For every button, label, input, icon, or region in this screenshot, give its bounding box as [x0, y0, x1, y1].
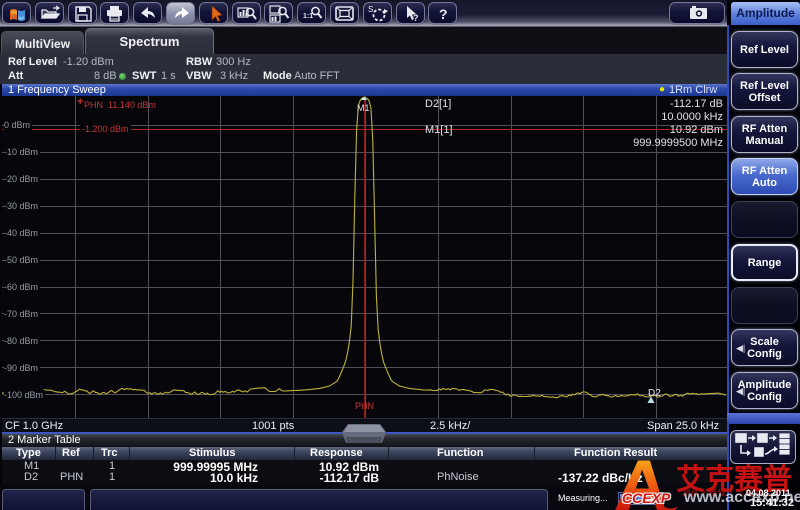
svg-text:?: ?: [439, 6, 448, 22]
svg-text:?: ?: [413, 13, 419, 23]
svg-text:S: S: [368, 5, 373, 14]
svg-text:1:1: 1:1: [303, 13, 313, 20]
